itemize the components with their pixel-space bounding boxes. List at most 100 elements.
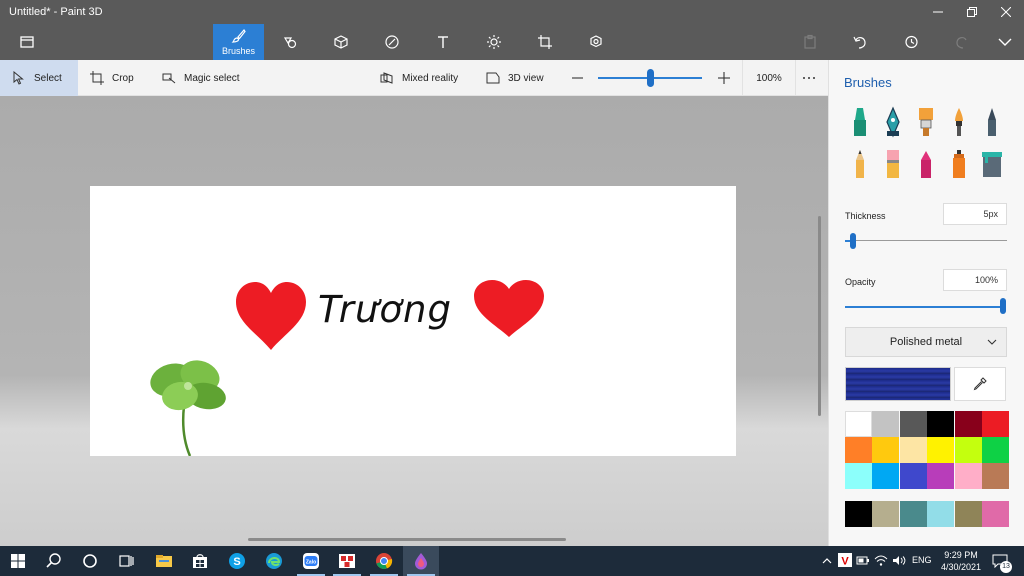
thickness-slider-thumb[interactable] (850, 233, 856, 249)
start-button[interactable] (0, 546, 36, 576)
custom-color-swatch[interactable] (982, 501, 1009, 527)
custom-color-swatch[interactable] (927, 501, 955, 527)
palette-color-swatch[interactable] (872, 437, 900, 463)
calligraphy-pen-icon[interactable] (882, 106, 904, 138)
taskbar-search[interactable] (36, 546, 72, 576)
3d-view-button[interactable]: 3D view (486, 60, 544, 96)
maximize-button[interactable] (955, 0, 989, 24)
palette-color-swatch[interactable] (982, 463, 1009, 489)
taskbar-paint3d[interactable] (403, 546, 439, 576)
clover-sticker[interactable] (146, 354, 230, 456)
pencil-icon[interactable] (849, 148, 871, 180)
expand-menu-button[interactable] (985, 24, 1024, 60)
mixed-reality-button[interactable]: Mixed reality (380, 60, 458, 96)
opacity-slider-track[interactable] (845, 306, 1003, 308)
taskbar-task-view[interactable] (108, 546, 144, 576)
drawing-canvas[interactable]: Trương (90, 186, 736, 456)
taskbar-cortana[interactable] (72, 546, 108, 576)
tab-canvas[interactable] (520, 24, 570, 60)
taskbar-store[interactable] (182, 546, 218, 576)
palette-color-swatch[interactable] (954, 463, 982, 489)
clock[interactable]: 9:29 PM 4/30/2021 (938, 549, 984, 573)
edge-icon (266, 553, 282, 569)
zoom-slider-thumb[interactable] (647, 69, 654, 87)
canvas-text[interactable]: Trương (318, 288, 452, 331)
taskbar-file-explorer[interactable] (146, 546, 182, 576)
crop-button[interactable]: Crop (90, 60, 134, 96)
tab-3d-library[interactable] (571, 24, 621, 60)
pixel-pen-icon[interactable] (981, 106, 1003, 138)
unikey-icon[interactable]: V (838, 553, 852, 567)
tab-3d-shapes[interactable] (316, 24, 366, 60)
current-color-swatch[interactable] (845, 367, 951, 401)
taskbar-chrome[interactable] (366, 546, 402, 576)
magic-select-button[interactable]: Magic select (162, 60, 240, 96)
crop-icon (90, 71, 104, 85)
palette-color-swatch[interactable] (899, 411, 927, 437)
thickness-input[interactable]: 5px (943, 203, 1007, 225)
palette-color-swatch[interactable] (982, 411, 1009, 437)
material-dropdown[interactable]: Polished metal (845, 327, 1007, 357)
menu-button[interactable] (2, 24, 52, 60)
volume-icon[interactable] (892, 554, 906, 567)
palette-color-swatch[interactable] (927, 437, 955, 463)
undo-button[interactable] (840, 24, 880, 60)
redo-button[interactable] (942, 24, 982, 60)
tab-2d-shapes[interactable] (265, 24, 315, 60)
thickness-slider-track[interactable] (845, 240, 1007, 241)
history-button[interactable] (891, 24, 931, 60)
zoom-in-button[interactable] (717, 60, 739, 96)
eyedropper-button[interactable] (954, 367, 1006, 401)
close-button[interactable] (989, 0, 1023, 24)
tab-brushes[interactable]: Brushes (213, 24, 264, 60)
custom-color-swatch[interactable] (954, 501, 982, 527)
more-options-button[interactable] (802, 60, 824, 96)
palette-color-swatch[interactable] (954, 437, 982, 463)
palette-color-swatch[interactable] (927, 463, 955, 489)
tab-stickers[interactable] (367, 24, 417, 60)
spray-can-icon[interactable] (948, 148, 970, 180)
notification-center-button[interactable]: 13 (990, 551, 1012, 573)
custom-color-swatch[interactable] (872, 501, 900, 527)
taskbar-app[interactable] (329, 546, 365, 576)
wifi-icon[interactable] (874, 554, 888, 567)
custom-color-swatch[interactable] (899, 501, 927, 527)
paste-button[interactable] (790, 24, 830, 60)
taskbar-skype[interactable]: S (219, 546, 255, 576)
custom-color-swatch[interactable] (845, 501, 872, 527)
palette-color-swatch[interactable] (845, 437, 872, 463)
heart-sticker-right[interactable] (474, 280, 544, 338)
minimize-button[interactable] (921, 0, 955, 24)
select-button[interactable]: Select (0, 60, 78, 96)
eraser-icon[interactable] (882, 148, 904, 180)
heart-sticker-left[interactable] (236, 282, 306, 352)
palette-color-swatch[interactable] (982, 437, 1009, 463)
taskbar-edge[interactable] (256, 546, 292, 576)
zoom-value[interactable]: 100% (742, 60, 796, 96)
watercolor-icon[interactable] (948, 106, 970, 138)
palette-color-swatch[interactable] (845, 463, 872, 489)
zoom-out-button[interactable] (571, 60, 593, 96)
opacity-slider-thumb[interactable] (1000, 298, 1006, 314)
palette-color-swatch[interactable] (927, 411, 955, 437)
tab-text[interactable] (418, 24, 468, 60)
opacity-input[interactable]: 100% (943, 269, 1007, 291)
battery-icon[interactable] (856, 554, 870, 567)
input-language[interactable]: ENG (912, 555, 932, 565)
horizontal-scrollbar[interactable] (248, 538, 566, 541)
crayon-icon[interactable] (915, 148, 937, 180)
marker-icon[interactable] (849, 106, 871, 138)
palette-color-swatch[interactable] (899, 437, 927, 463)
fill-icon[interactable] (981, 148, 1003, 180)
palette-color-swatch[interactable] (872, 411, 900, 437)
oil-brush-icon[interactable] (915, 106, 937, 138)
palette-color-swatch[interactable] (872, 463, 900, 489)
palette-color-swatch[interactable] (845, 411, 872, 437)
tray-chevron-up-icon[interactable] (822, 556, 832, 566)
palette-color-swatch[interactable] (899, 463, 927, 489)
palette-color-swatch[interactable] (954, 411, 982, 437)
workspace[interactable]: Trương (0, 96, 828, 546)
taskbar-zalo[interactable]: Zalo (293, 546, 329, 576)
tab-effects[interactable] (469, 24, 519, 60)
vertical-scrollbar[interactable] (818, 216, 821, 416)
